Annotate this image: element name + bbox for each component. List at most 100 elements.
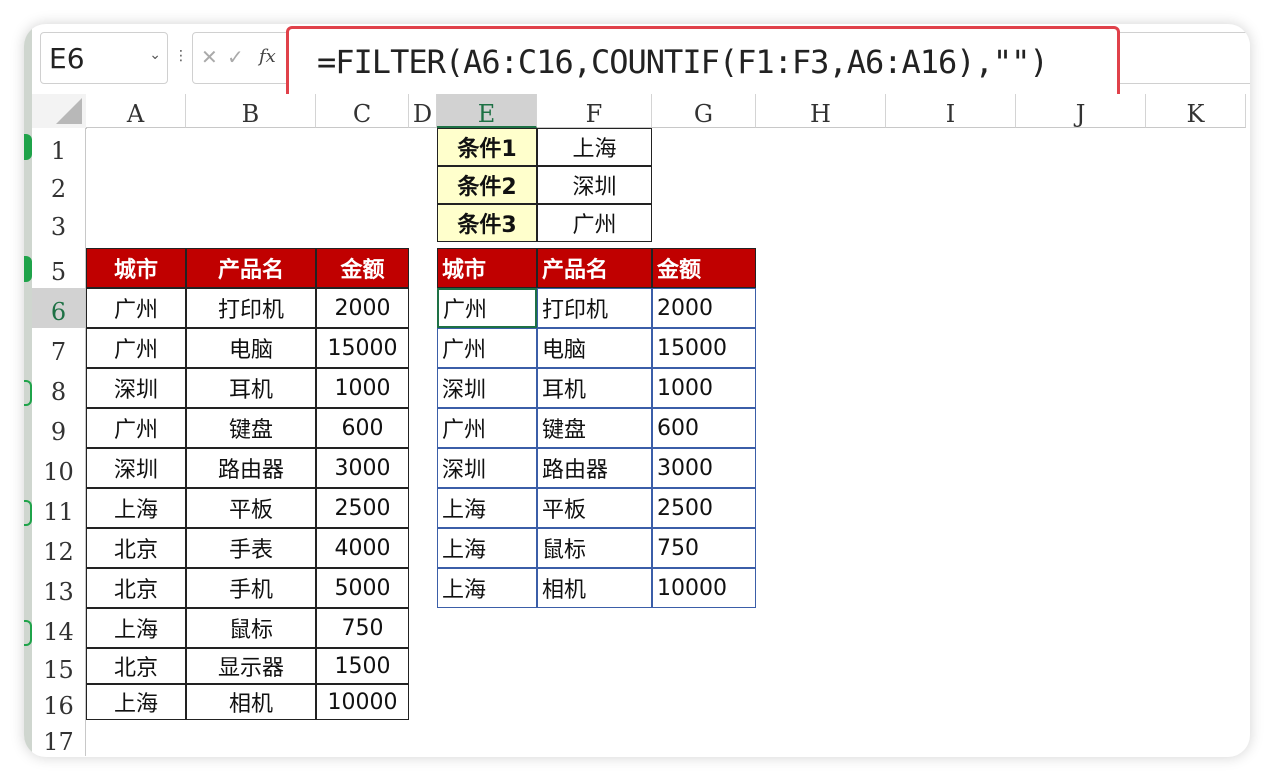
result-cell[interactable]: 上海 [437,568,537,608]
source-cell[interactable]: 广州 [86,408,186,448]
result-cell[interactable]: 相机 [537,568,652,608]
row-header-1[interactable]: 1 [32,128,86,166]
source-cell[interactable]: 手机 [186,568,316,608]
source-cell[interactable]: 2000 [316,288,409,328]
insert-function-icon[interactable]: fx [259,46,276,67]
source-cell[interactable]: 4000 [316,528,409,568]
source-header-cell[interactable]: 城市 [86,248,186,288]
source-cell[interactable]: 15000 [316,328,409,368]
source-cell[interactable]: 鼠标 [186,608,316,648]
source-cell[interactable]: 路由器 [186,448,316,488]
row-header-9[interactable]: 9 [32,408,86,448]
row-header-7[interactable]: 7 [32,328,86,368]
row-header-11[interactable]: 11 [32,488,86,528]
result-cell[interactable]: 1000 [652,368,756,408]
result-cell[interactable]: 15000 [652,328,756,368]
column-header-i[interactable]: I [886,94,1016,128]
enter-icon[interactable]: ✓ [227,45,244,69]
row-header-13[interactable]: 13 [32,568,86,608]
condition-value-cell[interactable]: 深圳 [537,166,652,204]
result-cell[interactable]: 路由器 [537,448,652,488]
result-cell[interactable]: 2000 [652,288,756,328]
source-cell[interactable]: 相机 [186,684,316,720]
source-cell[interactable]: 上海 [86,488,186,528]
column-header-f[interactable]: F [537,94,652,128]
source-cell[interactable]: 广州 [86,288,186,328]
column-header-d[interactable]: D [409,94,437,128]
row-header-3[interactable]: 3 [32,204,86,242]
column-header-c[interactable]: C [316,94,409,128]
source-cell[interactable]: 深圳 [86,368,186,408]
result-cell[interactable]: 打印机 [537,288,652,328]
source-cell[interactable]: 深圳 [86,448,186,488]
source-cell[interactable]: 600 [316,408,409,448]
select-all-corner[interactable] [32,94,87,129]
result-header-cell[interactable]: 城市 [437,248,537,288]
row-header-8[interactable]: 8 [32,368,86,408]
name-box[interactable]: E6 ⌄ [40,32,168,84]
source-cell[interactable]: 耳机 [186,368,316,408]
row-header-15[interactable]: 15 [32,648,86,684]
source-cell[interactable]: 上海 [86,684,186,720]
result-cell[interactable]: 鼠标 [537,528,652,568]
result-cell[interactable]: 上海 [437,488,537,528]
row-header-10[interactable]: 10 [32,448,86,488]
column-header-j[interactable]: J [1016,94,1146,128]
result-cell[interactable]: 平板 [537,488,652,528]
result-header-cell[interactable]: 金额 [652,248,756,288]
condition-value-cell[interactable]: 上海 [537,128,652,166]
source-cell[interactable]: 3000 [316,448,409,488]
result-cell[interactable]: 10000 [652,568,756,608]
source-cell[interactable]: 北京 [86,528,186,568]
row-header-16[interactable]: 16 [32,684,86,720]
row-header-6[interactable]: 6 [32,288,86,328]
row-header-17[interactable]: 17 [32,720,86,756]
column-header-b[interactable]: B [186,94,316,128]
row-header-12[interactable]: 12 [32,528,86,568]
source-cell[interactable]: 2500 [316,488,409,528]
column-header-g[interactable]: G [652,94,756,128]
result-cell[interactable]: 广州 [437,408,537,448]
source-cell[interactable]: 10000 [316,684,409,720]
source-cell[interactable]: 打印机 [186,288,316,328]
result-cell[interactable]: 3000 [652,448,756,488]
active-cell-e6[interactable]: 广州 [437,288,537,328]
source-cell[interactable]: 750 [316,608,409,648]
result-cell[interactable]: 耳机 [537,368,652,408]
source-cell[interactable]: 5000 [316,568,409,608]
result-cell[interactable]: 600 [652,408,756,448]
source-cell[interactable]: 平板 [186,488,316,528]
source-cell[interactable]: 上海 [86,608,186,648]
row-header-14[interactable]: 14 [32,608,86,648]
row-header-2[interactable]: 2 [32,166,86,204]
source-header-cell[interactable]: 金额 [316,248,409,288]
result-header-cell[interactable]: 产品名 [537,248,652,288]
source-cell[interactable]: 北京 [86,568,186,608]
result-cell[interactable]: 广州 [437,328,537,368]
result-cell[interactable]: 750 [652,528,756,568]
more-options-icon[interactable]: ⋮ [174,48,188,64]
column-header-e[interactable]: E [437,94,537,128]
column-header-a[interactable]: A [86,94,186,128]
source-cell[interactable]: 电脑 [186,328,316,368]
source-cell[interactable]: 1000 [316,368,409,408]
cancel-icon[interactable]: ✕ [201,45,218,69]
source-cell[interactable]: 手表 [186,528,316,568]
source-cell[interactable]: 广州 [86,328,186,368]
result-cell[interactable]: 上海 [437,528,537,568]
result-cell[interactable]: 2500 [652,488,756,528]
condition-label-cell[interactable]: 条件3 [437,204,537,242]
condition-value-cell[interactable]: 广州 [537,204,652,242]
source-cell[interactable]: 北京 [86,648,186,684]
result-cell[interactable]: 电脑 [537,328,652,368]
condition-label-cell[interactable]: 条件1 [437,128,537,166]
source-cell[interactable]: 1500 [316,648,409,684]
source-cell[interactable]: 键盘 [186,408,316,448]
result-cell[interactable]: 深圳 [437,368,537,408]
chevron-down-icon[interactable]: ⌄ [149,47,161,63]
source-header-cell[interactable]: 产品名 [186,248,316,288]
column-header-k[interactable]: K [1146,94,1246,128]
source-cell[interactable]: 显示器 [186,648,316,684]
row-header-5[interactable]: 5 [32,248,86,288]
column-header-h[interactable]: H [756,94,886,128]
